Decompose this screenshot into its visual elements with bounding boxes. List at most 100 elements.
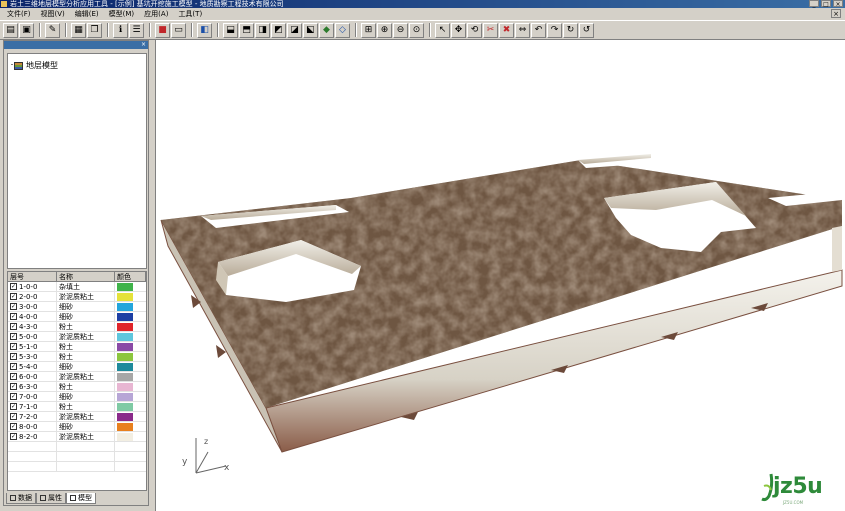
- pan-icon[interactable]: ✥: [451, 22, 466, 38]
- layer-color-cell[interactable]: [115, 332, 146, 341]
- zoom-in-icon[interactable]: ⊕: [377, 22, 392, 38]
- layer-visible-checkbox[interactable]: ✓: [10, 403, 17, 410]
- layer-row[interactable]: ✓ 2-0-0 淤泥质粘土: [8, 292, 146, 302]
- 3d-viewport[interactable]: x y z jz5u JZ5U.COM: [155, 40, 845, 511]
- section-icon[interactable]: ✂: [483, 22, 498, 38]
- layer-visible-checkbox[interactable]: ✓: [10, 303, 17, 310]
- menu-view[interactable]: 视图(V): [36, 8, 70, 20]
- view-left-icon[interactable]: ◨: [255, 22, 270, 38]
- layer-visible-checkbox[interactable]: ✓: [10, 353, 17, 360]
- layer-visible-checkbox[interactable]: ✓: [10, 423, 17, 430]
- maximize-button[interactable]: □: [821, 0, 831, 8]
- panel-close-icon[interactable]: ×: [141, 41, 146, 49]
- layer-color-cell[interactable]: [115, 292, 146, 301]
- open-icon[interactable]: ▤: [3, 22, 18, 38]
- layer-color-cell[interactable]: [115, 322, 146, 331]
- measure-icon[interactable]: ⇔: [515, 22, 530, 38]
- zoom-out-icon[interactable]: ⊖: [393, 22, 408, 38]
- layer-visible-checkbox[interactable]: ✓: [10, 293, 17, 300]
- layer-color-cell[interactable]: [115, 342, 146, 351]
- layer-visible-checkbox[interactable]: ✓: [10, 283, 17, 290]
- view-right-icon[interactable]: ◩: [271, 22, 286, 38]
- layer-row[interactable]: ✓ 8-0-0 细砂: [8, 422, 146, 432]
- menu-apply[interactable]: 应用(A): [139, 8, 173, 20]
- layer-visible-checkbox[interactable]: ✓: [10, 313, 17, 320]
- layer-color-cell[interactable]: [115, 392, 146, 401]
- layer-color-cell[interactable]: [115, 352, 146, 361]
- layer-color-cell[interactable]: [115, 412, 146, 421]
- layer-visible-checkbox[interactable]: ✓: [10, 433, 17, 440]
- layer-visible-checkbox[interactable]: ✓: [10, 363, 17, 370]
- layer-row[interactable]: ✓ 5-0-0 淤泥质粘土: [8, 332, 146, 342]
- list-icon[interactable]: ☰: [129, 22, 144, 38]
- layer-visible-checkbox[interactable]: ✓: [10, 343, 17, 350]
- layer-row[interactable]: ✓ 7-0-0 细砂: [8, 392, 146, 402]
- layer-color-cell[interactable]: [115, 312, 146, 321]
- layer-color-cell[interactable]: [115, 362, 146, 371]
- tree-node-root[interactable]: 地层模型: [14, 60, 58, 71]
- close-button[interactable]: ×: [833, 0, 843, 8]
- column-header-code[interactable]: 层号: [8, 272, 57, 281]
- tab-model[interactable]: 模型: [66, 493, 96, 504]
- tab-data[interactable]: 数据: [6, 493, 36, 504]
- layer-row[interactable]: ✓ 4-3-0 粉土: [8, 322, 146, 332]
- layer-row[interactable]: ✓ 5-4-0 细砂: [8, 362, 146, 372]
- tab-properties[interactable]: 属性: [36, 493, 66, 504]
- layer-visible-checkbox[interactable]: ✓: [10, 393, 17, 400]
- column-header-color[interactable]: 颜色: [115, 272, 146, 281]
- layer-color-cell[interactable]: [115, 302, 146, 311]
- menu-tools[interactable]: 工具(T): [173, 8, 207, 20]
- toolbar-separator: [355, 23, 357, 37]
- refresh-icon[interactable]: ↻: [563, 22, 578, 38]
- info-icon[interactable]: ℹ: [113, 22, 128, 38]
- select-icon[interactable]: ↖: [435, 22, 450, 38]
- layer-color-cell[interactable]: [115, 402, 146, 411]
- layer-row[interactable]: ✓ 6-3-0 粉土: [8, 382, 146, 392]
- column-header-name[interactable]: 名称: [57, 272, 115, 281]
- excavate-icon[interactable]: ✖: [499, 22, 514, 38]
- minimize-button[interactable]: _: [809, 0, 819, 8]
- layer-row[interactable]: ✓ 8-2-0 淤泥质粘土: [8, 432, 146, 442]
- layer-row[interactable]: ✓ 3-0-0 细砂: [8, 302, 146, 312]
- layer-row[interactable]: ✓ 5-1-0 粉土: [8, 342, 146, 352]
- layer-visible-checkbox[interactable]: ✓: [10, 333, 17, 340]
- zoom-window-icon[interactable]: ⊞: [361, 22, 376, 38]
- menu-file[interactable]: 文件(F): [2, 8, 36, 20]
- layer-row[interactable]: ✓ 6-0-0 淤泥质粘土: [8, 372, 146, 382]
- redo-icon[interactable]: ↷: [547, 22, 562, 38]
- view-bottom-icon[interactable]: ◪: [287, 22, 302, 38]
- view-back-icon[interactable]: ⬒: [239, 22, 254, 38]
- undo-icon[interactable]: ↶: [531, 22, 546, 38]
- copy-icon[interactable]: ❐: [87, 22, 102, 38]
- layer-color-cell[interactable]: [115, 432, 146, 441]
- table-icon[interactable]: ▦: [71, 22, 86, 38]
- menu-model[interactable]: 模型(M): [104, 8, 140, 20]
- view-iso-icon[interactable]: ⬕: [303, 22, 318, 38]
- layer-color-cell[interactable]: [115, 382, 146, 391]
- window-icon[interactable]: ▭: [171, 22, 186, 38]
- view-top-icon[interactable]: ⬓: [223, 22, 238, 38]
- layer-row[interactable]: ✓ 4-0-0 细砂: [8, 312, 146, 322]
- save-icon[interactable]: ▣: [19, 22, 34, 38]
- layer-color-cell[interactable]: [115, 372, 146, 381]
- document-close-button[interactable]: ×: [831, 9, 841, 18]
- layer-row[interactable]: ✓ 1-0-0 杂填土: [8, 282, 146, 292]
- shaded-view-icon[interactable]: ◆: [319, 22, 334, 38]
- layer-visible-checkbox[interactable]: ✓: [10, 373, 17, 380]
- menu-edit[interactable]: 编辑(E): [70, 8, 104, 20]
- rotate-icon[interactable]: ⟲: [467, 22, 482, 38]
- wireframe-view-icon[interactable]: ◇: [335, 22, 350, 38]
- layer-row[interactable]: ✓ 5-3-0 粉土: [8, 352, 146, 362]
- layer-row[interactable]: ✓ 7-1-0 粉土: [8, 402, 146, 412]
- layer-row[interactable]: ✓ 7-2-0 淤泥质粘土: [8, 412, 146, 422]
- record-icon[interactable]: ■: [155, 22, 170, 38]
- layer-visible-checkbox[interactable]: ✓: [10, 323, 17, 330]
- layer-color-cell[interactable]: [115, 422, 146, 431]
- reset-icon[interactable]: ↺: [579, 22, 594, 38]
- view-front-icon[interactable]: ◧: [197, 22, 212, 38]
- layer-color-cell[interactable]: [115, 282, 146, 291]
- edit-icon[interactable]: ✎: [45, 22, 60, 38]
- layer-visible-checkbox[interactable]: ✓: [10, 383, 17, 390]
- zoom-fit-icon[interactable]: ⊙: [409, 22, 424, 38]
- layer-visible-checkbox[interactable]: ✓: [10, 413, 17, 420]
